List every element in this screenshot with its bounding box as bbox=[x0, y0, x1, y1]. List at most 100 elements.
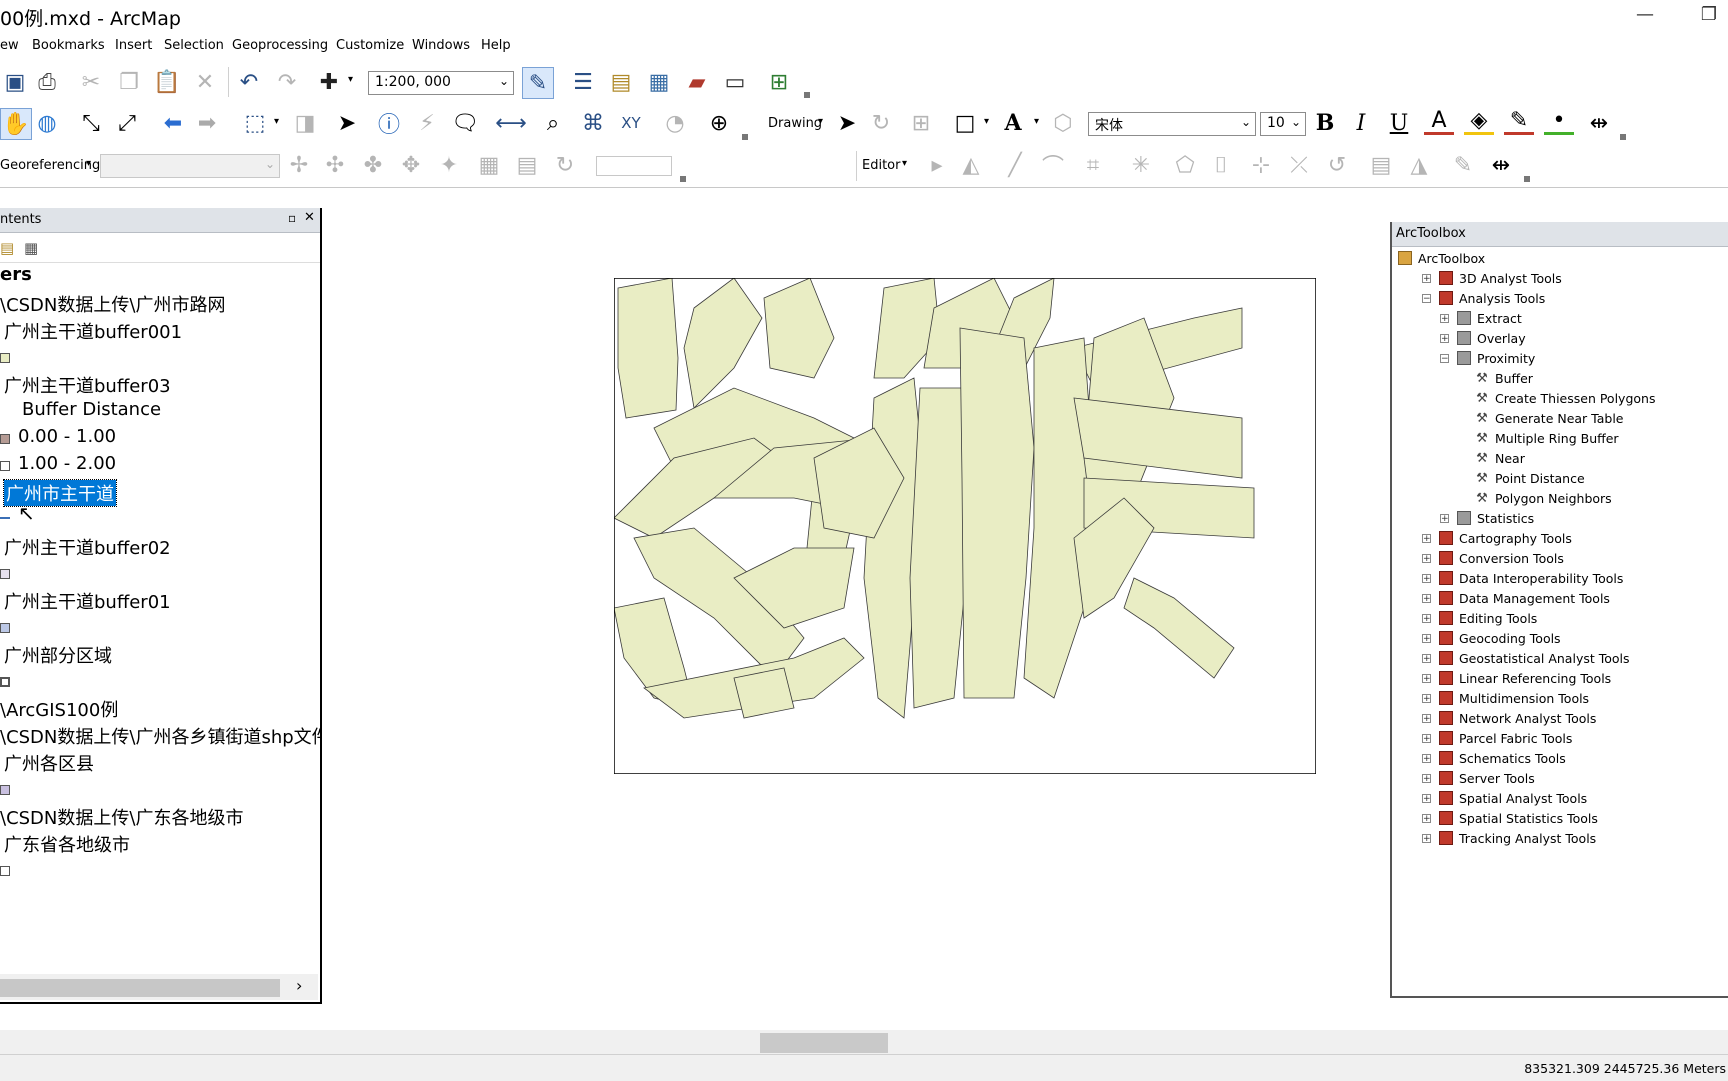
toolbar-grip[interactable] bbox=[804, 92, 810, 98]
drawing-menu[interactable]: Drawing bbox=[768, 116, 822, 131]
toc-layer-label[interactable]: 广州主干道buffer01 bbox=[4, 588, 171, 614]
select-elements-icon[interactable]: ➤ bbox=[332, 108, 362, 138]
view-link-table-icon[interactable]: ▦ bbox=[474, 150, 504, 180]
scrollbar-thumb[interactable] bbox=[0, 979, 280, 997]
buffer-polygon[interactable] bbox=[1123, 577, 1235, 679]
expand-icon[interactable]: + bbox=[1422, 633, 1431, 643]
toolbox-tree-item[interactable]: + Network Analyst Tools bbox=[1422, 708, 1596, 728]
toolbox-tool-item[interactable]: ⚒ Point Distance bbox=[1458, 468, 1585, 488]
toolbox-tree-item[interactable]: + Extract bbox=[1440, 308, 1522, 328]
expand-icon[interactable]: + bbox=[1422, 273, 1431, 283]
find-route-icon[interactable]: ⌘ bbox=[578, 108, 608, 138]
georeferencing-layer-combo[interactable]: ⌄ bbox=[100, 154, 280, 178]
expand-icon[interactable]: + bbox=[1422, 733, 1431, 743]
rectangle-icon[interactable]: □ bbox=[950, 108, 980, 138]
expand-icon[interactable]: + bbox=[1440, 333, 1449, 343]
clear-selection-icon[interactable]: ◨ bbox=[290, 108, 320, 138]
toc-layer-label[interactable]: ers bbox=[0, 264, 32, 285]
toolbar-grip[interactable] bbox=[1524, 176, 1530, 182]
buffer-polygon[interactable] bbox=[1023, 337, 1095, 699]
buffer-polygon[interactable] bbox=[909, 387, 971, 709]
rotation-angle-input[interactable] bbox=[596, 156, 672, 176]
rotate-tool-icon[interactable]: ↻ bbox=[550, 150, 580, 180]
sketch-properties-icon[interactable]: ◮ bbox=[1404, 150, 1434, 180]
viewer-window-icon[interactable]: ⊕ bbox=[704, 108, 734, 138]
chevron-right-icon[interactable]: › bbox=[296, 976, 302, 995]
expand-icon[interactable]: + bbox=[1422, 713, 1431, 723]
toc-layer-label[interactable]: \ArcGIS100例 bbox=[0, 696, 118, 722]
toc-layer-label[interactable]: \CSDN数据上传\广州市路网 bbox=[0, 291, 225, 317]
attributes-icon[interactable]: ▤ bbox=[1366, 150, 1396, 180]
measure-icon[interactable]: ⟷ bbox=[495, 108, 527, 138]
identify-icon[interactable]: ⓘ bbox=[374, 108, 404, 138]
zoom-to-element-icon[interactable]: ⊞ bbox=[906, 108, 936, 138]
python-window-icon[interactable]: ▭ bbox=[720, 67, 750, 97]
menu-customize[interactable]: Customize bbox=[336, 38, 404, 53]
add-control-points-icon[interactable]: ✢ bbox=[284, 150, 314, 180]
buffer-polygon[interactable] bbox=[683, 278, 763, 409]
toolbox-tree-item[interactable]: + Geostatistical Analyst Tools bbox=[1422, 648, 1630, 668]
add-data-icon[interactable]: ✚ bbox=[314, 67, 344, 97]
expand-icon[interactable]: + bbox=[1422, 533, 1431, 543]
edit-vertices-icon[interactable]: ⬠ bbox=[1170, 150, 1200, 180]
find-icon[interactable]: ⌕ bbox=[538, 108, 568, 138]
menu-insert[interactable]: Insert bbox=[115, 38, 152, 53]
auto-hide-icon[interactable]: ▫ bbox=[288, 211, 296, 225]
edit-vertices-icon[interactable]: ⬡ bbox=[1048, 108, 1078, 138]
toolbox-tree-item[interactable]: + Tracking Analyst Tools bbox=[1422, 828, 1596, 848]
toc-layer-label[interactable]: \CSDN数据上传\广州各乡镇街道shp文件 bbox=[0, 723, 320, 749]
list-by-source-icon[interactable]: ▦ bbox=[24, 239, 38, 257]
select-features-icon[interactable]: ⬚ bbox=[240, 108, 270, 138]
collapse-icon[interactable]: − bbox=[1440, 353, 1449, 363]
menu-geoprocessing[interactable]: Geoprocessing bbox=[232, 38, 328, 53]
legend-swatch[interactable] bbox=[0, 434, 10, 444]
toolbox-tree-item[interactable]: + Overlay bbox=[1440, 328, 1526, 348]
expand-icon[interactable]: + bbox=[1422, 813, 1431, 823]
toolbox-tree-item[interactable]: + Conversion Tools bbox=[1422, 548, 1564, 568]
fixed-zoom-in-icon[interactable]: ⤡ bbox=[76, 108, 106, 138]
menu-help[interactable]: Help bbox=[481, 38, 511, 53]
editor-dropdown-icon[interactable]: ▾ bbox=[902, 158, 907, 169]
toc-layer-label[interactable]: 广州各区县 bbox=[4, 750, 94, 776]
toolbox-tree-item[interactable]: ArcToolbox bbox=[1398, 248, 1485, 268]
toolbox-tree-item[interactable]: − Proximity bbox=[1440, 348, 1535, 368]
copy-icon[interactable]: ❐ bbox=[114, 67, 144, 97]
expand-icon[interactable]: + bbox=[1440, 313, 1449, 323]
legend-swatch[interactable] bbox=[0, 461, 10, 471]
scrollbar-thumb[interactable] bbox=[760, 1033, 888, 1053]
undo-icon[interactable]: ↶ bbox=[234, 67, 264, 97]
cut-icon[interactable]: ✂ bbox=[76, 67, 106, 97]
toc-layer-label[interactable]: 广州部分区域 bbox=[4, 642, 112, 668]
expand-icon[interactable]: + bbox=[1422, 773, 1431, 783]
expand-icon[interactable]: + bbox=[1422, 673, 1431, 683]
toolbox-tree-item[interactable]: + Data Interoperability Tools bbox=[1422, 568, 1623, 588]
align-icon[interactable]: ⇹ bbox=[1584, 108, 1614, 138]
expand-icon[interactable]: + bbox=[1422, 833, 1431, 843]
toc-layer-label[interactable]: 广东省各地级市 bbox=[4, 831, 130, 857]
expand-icon[interactable]: + bbox=[1422, 753, 1431, 763]
straight-segment-icon[interactable]: ╱ bbox=[1000, 150, 1030, 180]
shift-raster-icon[interactable]: ✥ bbox=[396, 150, 426, 180]
italic-button[interactable]: I bbox=[1346, 108, 1376, 138]
map-scale-combo[interactable]: 1:200, 000 ⌄ bbox=[368, 71, 514, 95]
trace-icon[interactable]: ⌗ bbox=[1078, 150, 1108, 180]
toolbox-tree-item[interactable]: + Statistics bbox=[1440, 508, 1534, 528]
expand-icon[interactable]: + bbox=[1422, 613, 1431, 623]
redo-icon[interactable]: ↷ bbox=[272, 67, 302, 97]
legend-swatch[interactable] bbox=[0, 569, 10, 579]
minimize-button[interactable]: — bbox=[1628, 4, 1662, 28]
toc-layer-label[interactable]: 广州主干道buffer03 bbox=[4, 372, 171, 398]
marker-color-icon[interactable]: • bbox=[1544, 108, 1574, 135]
legend-swatch[interactable] bbox=[0, 866, 10, 876]
go-to-xy-icon[interactable]: XY bbox=[616, 108, 646, 138]
toolbox-tree-item[interactable]: + Data Management Tools bbox=[1422, 588, 1610, 608]
auto-adjust-icon[interactable]: ✣ bbox=[320, 150, 350, 180]
view-link-table-2-icon[interactable]: ▤ bbox=[512, 150, 542, 180]
legend-swatch[interactable] bbox=[0, 623, 10, 633]
underline-button[interactable]: U bbox=[1384, 108, 1414, 138]
restore-button[interactable]: ❐ bbox=[1692, 4, 1726, 28]
cut-polygons-icon[interactable]: ⊹ bbox=[1246, 150, 1276, 180]
create-features-icon[interactable]: ✎ bbox=[1448, 150, 1478, 180]
toolbox-tool-item[interactable]: ⚒ Create Thiessen Polygons bbox=[1458, 388, 1655, 408]
time-slider-icon[interactable]: ◔ bbox=[660, 108, 690, 138]
